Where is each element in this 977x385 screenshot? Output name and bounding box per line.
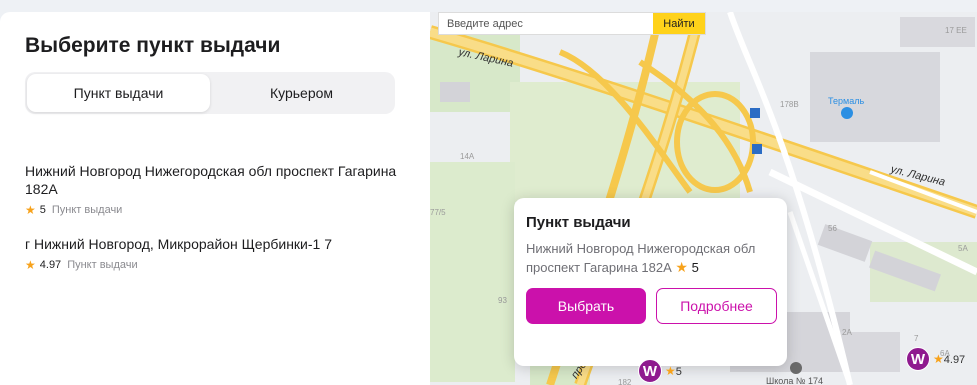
pickup-selection-panel: Выберите пункт выдачи Пункт выдачи Курье…	[0, 12, 430, 385]
building-number: 17 ЕЕ	[945, 26, 967, 35]
pickup-point-item[interactable]: Нижний Новгород Нижегородская обл проспе…	[25, 162, 415, 217]
building-number: 2А	[842, 328, 852, 337]
delivery-method-tabs: Пункт выдачи Курьером	[25, 72, 395, 114]
star-icon: ★	[933, 352, 944, 366]
building-number: 14А	[460, 152, 475, 161]
popup-actions: Выбрать Подробнее	[526, 288, 777, 324]
marker-rating: 5	[675, 366, 682, 378]
tab-courier[interactable]: Курьером	[210, 74, 393, 112]
building-number: 178В	[780, 100, 799, 109]
building-number: 93	[498, 296, 507, 305]
star-icon: ★	[675, 259, 688, 275]
pickup-point-address: г Нижний Новгород, Микрорайон Щербинки-1…	[25, 236, 333, 252]
page: Выберите пункт выдачи Пункт выдачи Курье…	[0, 12, 977, 385]
place-label: Термаль	[828, 96, 865, 106]
pickup-point-rating: 5	[39, 204, 46, 216]
place-label: Школа № 174	[766, 376, 824, 385]
wildberries-logo-icon: W	[638, 359, 662, 383]
star-icon: ★	[665, 364, 676, 378]
tab-pickup-point[interactable]: Пункт выдачи	[27, 74, 210, 112]
map[interactable]: ул. Ларина ул. Ларина про Термаль Школа …	[430, 12, 977, 385]
popup-title: Пункт выдачи	[526, 214, 631, 231]
pickup-point-type: Пункт выдачи	[67, 259, 138, 271]
pickup-point-popup: Пункт выдачи Нижний Новгород Нижегородск…	[514, 198, 787, 366]
map-marker[interactable]: W ★4.97	[906, 347, 965, 371]
select-button[interactable]: Выбрать	[526, 288, 646, 324]
pickup-point-meta: ★ 5 Пункт выдачи	[25, 203, 415, 217]
map-marker[interactable]: W ★5	[638, 359, 682, 383]
pickup-points-list: Нижний Новгород Нижегородская обл проспе…	[25, 162, 415, 290]
pickup-point-type: Пункт выдачи	[51, 204, 123, 216]
pickup-point-item[interactable]: г Нижний Новгород, Микрорайон Щербинки-1…	[25, 235, 415, 272]
find-button[interactable]: Найти	[653, 13, 705, 34]
pickup-point-address: Нижний Новгород Нижегородская обл проспе…	[25, 163, 397, 197]
building-number: 182	[618, 378, 632, 385]
panel-title: Выберите пункт выдачи	[25, 34, 281, 57]
building-number: 7	[914, 334, 919, 343]
address-search: Найти	[438, 12, 706, 35]
popup-address-line: Нижний Новгород Нижегородская обл проспе…	[526, 239, 766, 277]
pickup-point-meta: ★ 4.97 Пункт выдачи	[25, 258, 415, 272]
details-button[interactable]: Подробнее	[656, 288, 777, 324]
star-icon: ★	[25, 203, 36, 217]
address-search-input[interactable]	[439, 13, 653, 34]
pickup-point-rating: 4.97	[39, 259, 62, 271]
star-icon: ★	[25, 258, 36, 272]
popup-rating: 5	[691, 260, 699, 275]
marker-rating-line: ★4.97	[933, 352, 965, 366]
wildberries-logo-icon: W	[906, 347, 930, 371]
building-number: 5А	[958, 244, 968, 253]
building-number: 56	[828, 224, 837, 233]
building-number: 77/5	[430, 208, 446, 217]
marker-rating: 4.97	[943, 354, 966, 366]
popup-address: Нижний Новгород Нижегородская обл проспе…	[526, 241, 756, 275]
marker-rating-line: ★5	[665, 364, 682, 378]
